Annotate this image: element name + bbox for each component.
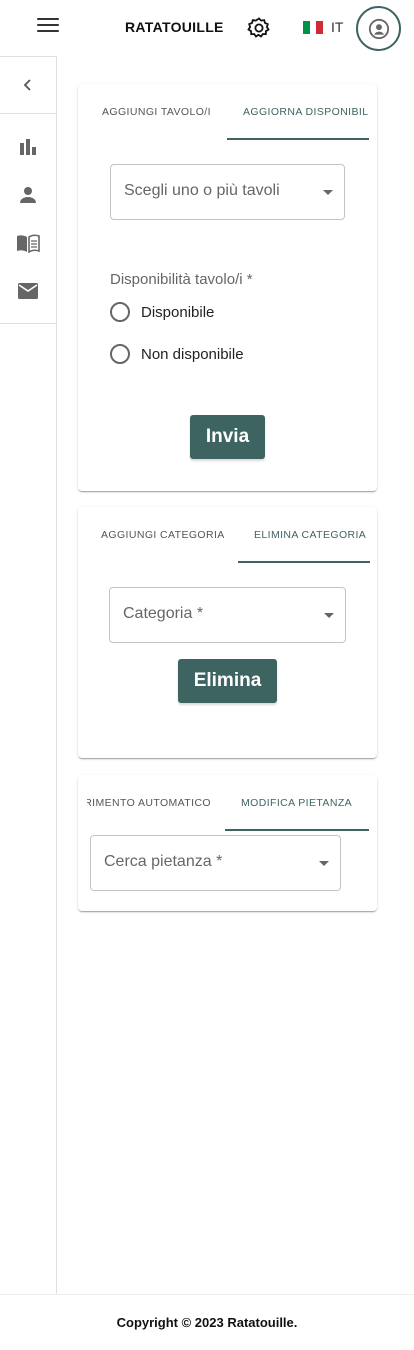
- radio-available-label: Disponibile: [141, 303, 215, 321]
- app-bar: RATATOUILLE IT: [0, 0, 414, 56]
- active-tab-indicator: [227, 138, 369, 140]
- category-select[interactable]: Categoria *: [109, 587, 346, 643]
- chevron-left-icon[interactable]: [16, 73, 40, 97]
- radio-available[interactable]: Disponibile: [110, 302, 214, 322]
- radio-circle-icon[interactable]: [110, 344, 130, 364]
- tab-add-category[interactable]: AGGIUNGI CATEGORIA: [101, 507, 225, 563]
- sidebar: [0, 56, 57, 1294]
- tables-select[interactable]: Scegli uno o più tavoli: [110, 164, 345, 220]
- mail-icon[interactable]: [16, 279, 40, 303]
- account-button[interactable]: [356, 6, 401, 51]
- person-icon[interactable]: [16, 183, 40, 207]
- dropdown-arrow-icon: [319, 861, 329, 866]
- sidebar-divider: [0, 323, 56, 324]
- footer: Copyright © 2023 Ratatouille.: [0, 1294, 414, 1350]
- copyright-text: Copyright © 2023 Ratatouille.: [116, 1315, 298, 1330]
- delete-button[interactable]: Elimina: [178, 659, 277, 703]
- gear-icon[interactable]: [247, 16, 271, 40]
- dishes-tabs: INSERIMENTO AUTOMATICO MODIFICA PIETANZA: [78, 775, 377, 831]
- tables-tabs: AGGIUNGI TAVOLO/I AGGIORNA DISPONIBILITÀ: [78, 84, 377, 140]
- tab-automatic-insert[interactable]: INSERIMENTO AUTOMATICO: [87, 775, 211, 831]
- dish-search-placeholder: Cerca pietanza *: [104, 853, 223, 870]
- radio-unavailable-label: Non disponibile: [141, 345, 244, 363]
- submit-button[interactable]: Invia: [190, 415, 265, 459]
- tab-add-table[interactable]: AGGIUNGI TAVOLO/I: [102, 84, 211, 140]
- dishes-card: INSERIMENTO AUTOMATICO MODIFICA PIETANZA…: [78, 775, 377, 911]
- radio-unavailable[interactable]: Non disponibile: [110, 344, 244, 364]
- categories-card: AGGIUNGI CATEGORIA ELIMINA CATEGORIA Cat…: [78, 507, 377, 758]
- tables-select-placeholder: Scegli uno o più tavoli: [124, 182, 280, 199]
- dropdown-arrow-icon: [323, 190, 333, 195]
- categories-tabs: AGGIUNGI CATEGORIA ELIMINA CATEGORIA: [78, 507, 377, 563]
- brand-title: RATATOUILLE: [125, 19, 224, 35]
- italy-flag-icon[interactable]: [303, 21, 324, 34]
- radio-circle-icon[interactable]: [110, 302, 130, 322]
- availability-label: Disponibilità tavolo/i *: [110, 271, 253, 288]
- language-label[interactable]: IT: [331, 19, 343, 35]
- hamburger-icon[interactable]: [37, 18, 59, 38]
- dropdown-arrow-icon: [324, 613, 334, 618]
- tab-edit-dish[interactable]: MODIFICA PIETANZA: [241, 775, 352, 831]
- tables-card: AGGIUNGI TAVOLO/I AGGIORNA DISPONIBILITÀ…: [78, 84, 377, 491]
- active-tab-indicator: [238, 561, 370, 563]
- category-select-placeholder: Categoria *: [123, 605, 204, 622]
- active-tab-indicator: [225, 829, 369, 831]
- menu-book-icon[interactable]: [16, 231, 40, 255]
- tab-update-availability[interactable]: AGGIORNA DISPONIBILITÀ: [243, 84, 369, 140]
- sidebar-divider: [0, 113, 56, 114]
- dish-search-select[interactable]: Cerca pietanza *: [90, 835, 341, 891]
- account-circle-icon: [368, 18, 389, 39]
- tab-delete-category[interactable]: ELIMINA CATEGORIA: [254, 507, 366, 563]
- bar-chart-icon[interactable]: [16, 135, 40, 159]
